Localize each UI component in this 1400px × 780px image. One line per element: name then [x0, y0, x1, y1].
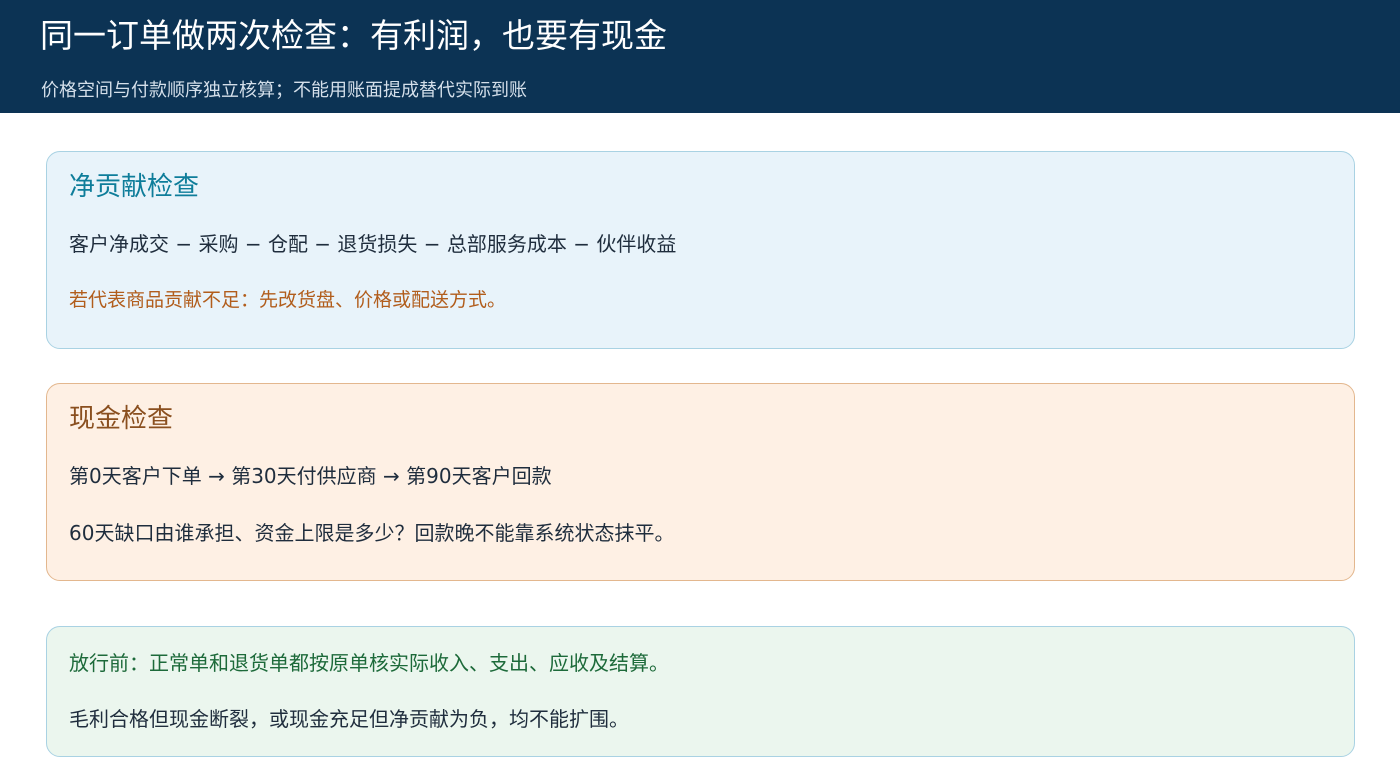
contribution-check-card: 净贡献检查 客户净成交 − 采购 − 仓配 − 退货损失 − 总部服务成本 − …: [46, 151, 1355, 349]
page-subtitle: 价格空间与付款顺序独立核算；不能用账面提成替代实际到账: [41, 80, 527, 101]
contribution-note: 若代表商品贡献不足：先改货盘、价格或配送方式。: [69, 289, 507, 311]
cash-check-card: 现金检查 第0天客户下单 → 第30天付供应商 → 第90天客户回款 60天缺口…: [46, 383, 1355, 581]
cash-check-title: 现金检查: [69, 404, 174, 434]
page-title: 同一订单做两次检查：有利润，也要有现金: [40, 16, 667, 55]
contribution-check-title: 净贡献检查: [69, 172, 200, 202]
release-rule: 放行前：正常单和退货单都按原单核实际收入、支出、应收及结算。: [69, 651, 669, 675]
contribution-formula: 客户净成交 − 采购 − 仓配 − 退货损失 − 总部服务成本 − 伙伴收益: [69, 232, 677, 256]
release-conclusion: 毛利合格但现金断裂，或现金充足但净贡献为负，均不能扩围。: [69, 707, 629, 731]
cash-question: 60天缺口由谁承担、资金上限是多少？回款晚不能靠系统状态抹平。: [69, 521, 675, 545]
release-check-card: 放行前：正常单和退货单都按原单核实际收入、支出、应收及结算。 毛利合格但现金断裂…: [46, 626, 1355, 757]
cash-timeline: 第0天客户下单 → 第30天付供应商 → 第90天客户回款: [69, 464, 552, 488]
page-header: 同一订单做两次检查：有利润，也要有现金 价格空间与付款顺序独立核算；不能用账面提…: [0, 0, 1400, 113]
